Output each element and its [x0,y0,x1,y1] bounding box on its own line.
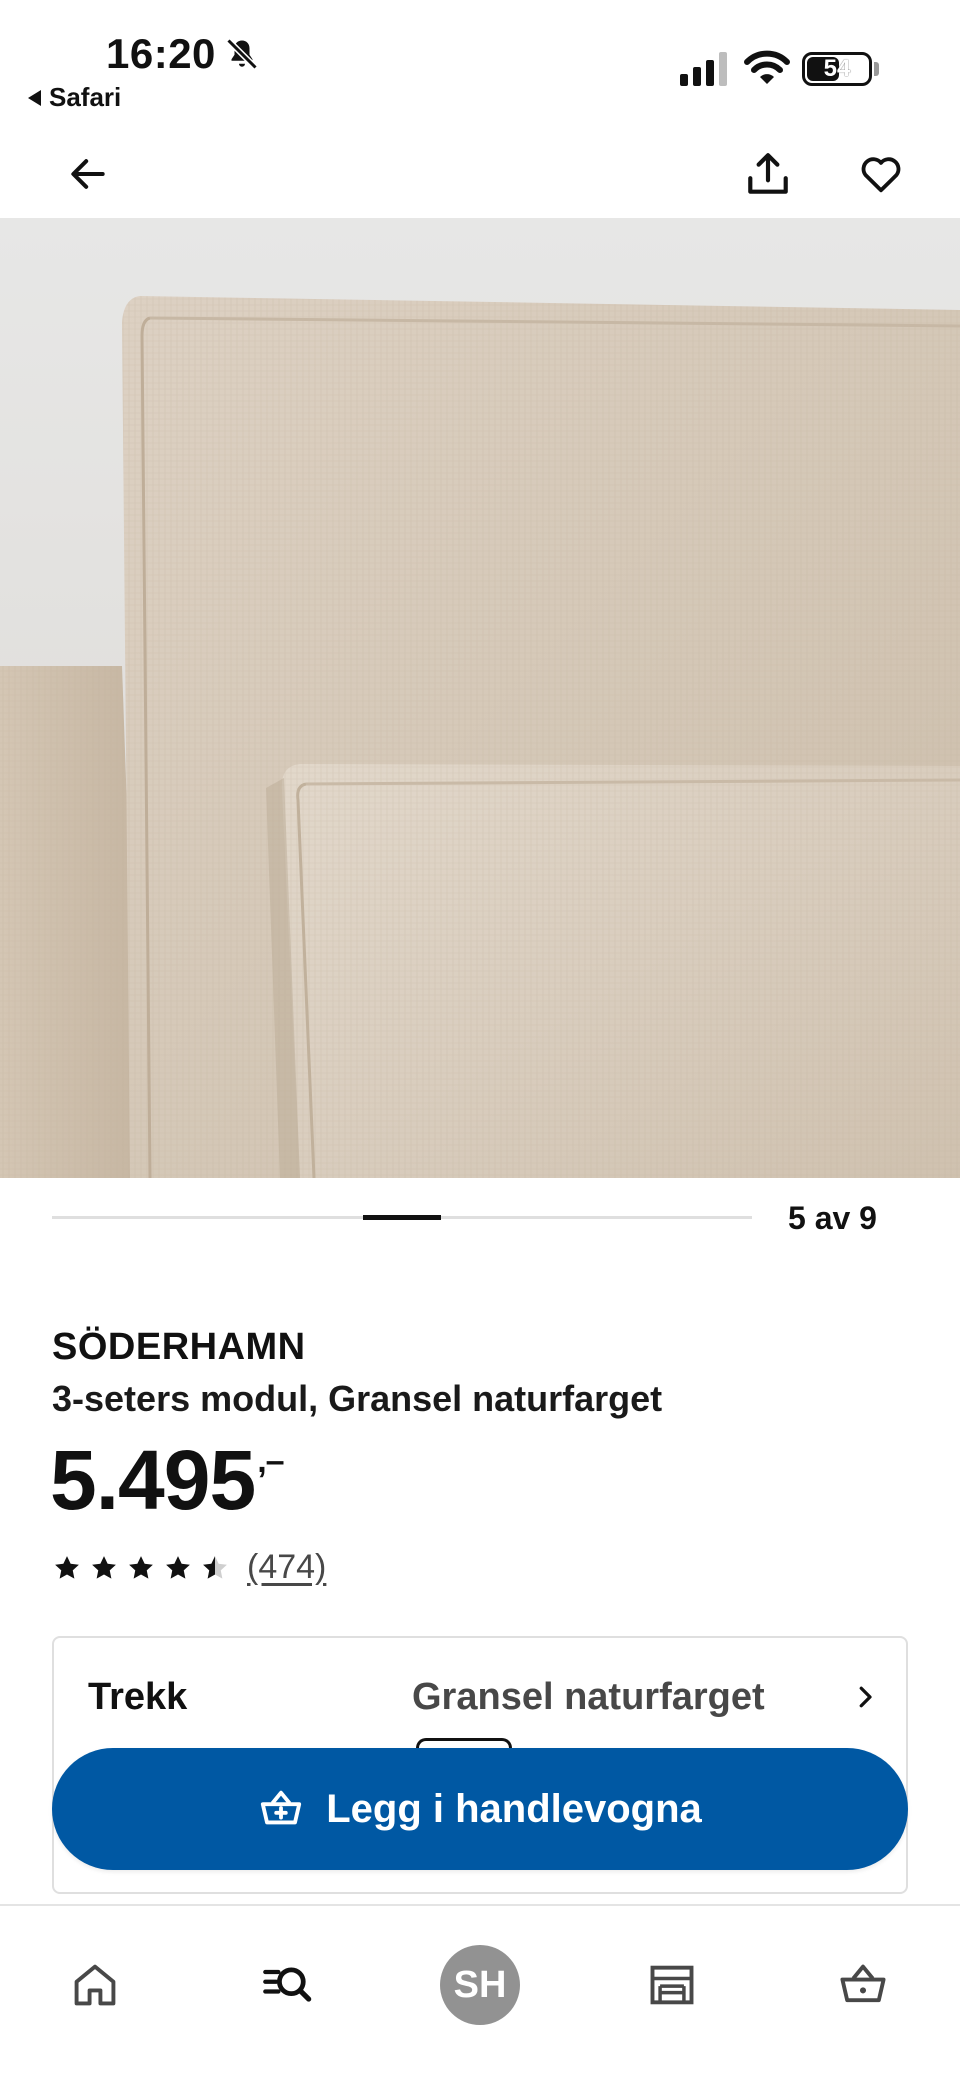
search-icon [263,1967,312,2002]
arrow-left-icon [71,159,105,189]
carousel-progress-track [52,1215,752,1220]
add-to-cart-button[interactable]: Legg i handlevogna [52,1748,908,1870]
tab-stores[interactable] [617,1930,727,2040]
favorite-button[interactable] [853,146,909,202]
status-time: 16:20 [106,30,216,77]
add-to-cart-label: Legg i handlevogna [326,1786,702,1831]
battery-tip [874,62,879,76]
product-nav-bar [0,130,960,218]
review-count-link[interactable]: (474) [247,1548,326,1587]
tab-profile[interactable]: SH [425,1930,535,2040]
back-app-label: Safari [49,82,122,112]
carousel-counter: 5 av 9 [788,1200,877,1236]
battery-percent: 54 [823,55,851,82]
back-to-safari[interactable]: Safari [28,82,121,113]
status-bar: 16:20 Safari 54 [0,0,960,120]
cellular-signal-icon [680,52,727,86]
home-icon [74,1964,116,2006]
share-button[interactable] [740,146,796,202]
star-full-icon [166,1555,190,1579]
price-suffix: ,– [257,1442,284,1480]
product-description: 3-seters modul, Gransel naturfarget [52,1378,663,1419]
product-page: 16:20 Safari 54 5 av 9 SÖDERHAMN 3-seter… [0,0,960,2086]
carousel-progress-thumb [363,1215,441,1220]
chevron-right-icon [859,1686,872,1708]
battery-indicator: 54 [802,52,872,86]
tab-home[interactable] [40,1930,150,2040]
basket-plus-icon [261,1790,302,1825]
product-rating[interactable]: (474) [52,1548,326,1587]
star-full-icon [55,1555,79,1579]
variant-label: Trekk [88,1676,188,1718]
star-full-icon [129,1555,153,1579]
price-amount: 5.495 [50,1433,256,1527]
bell-muted-icon [226,38,258,70]
star-full-icon [92,1555,116,1579]
wifi-icon [744,50,790,84]
bottom-tab-bar: SH [0,1904,960,2086]
heart-icon [861,157,901,193]
variant-value: Gransel naturfarget [412,1676,765,1718]
star-half-icon [203,1555,227,1579]
product-name: SÖDERHAMN [52,1326,306,1368]
tab-basket[interactable] [808,1930,918,2040]
back-triangle-icon [28,89,41,106]
basket-icon [840,1964,886,2003]
store-icon [650,1965,694,2005]
share-icon [748,153,788,194]
product-image[interactable] [0,218,960,1178]
profile-avatar: SH [440,1945,520,2025]
sofa-cushion-photo [0,218,960,1178]
back-button[interactable] [60,146,116,202]
tab-search[interactable] [232,1930,342,2040]
product-price: 5.495 ,– [50,1432,285,1529]
